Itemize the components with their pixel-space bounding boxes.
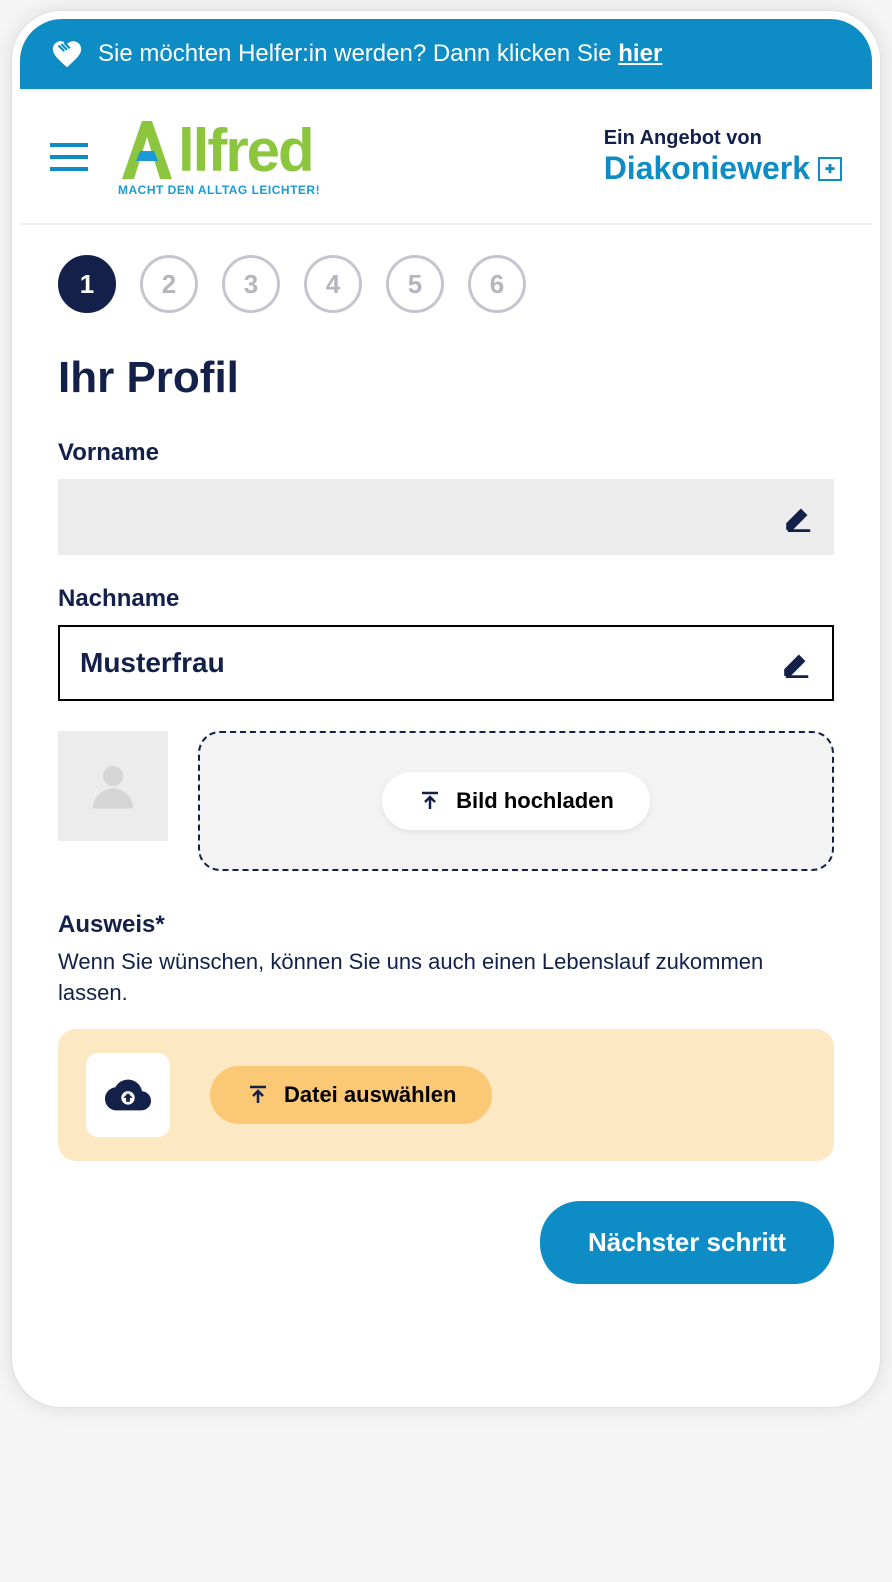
avatar-placeholder: [58, 731, 168, 841]
nachname-label: Nachname: [58, 585, 834, 613]
banner-text: Sie möchten Helfer:in werden? Dann klick…: [98, 40, 842, 68]
upload-arrow-icon: [418, 789, 442, 813]
nachname-input[interactable]: [80, 647, 782, 679]
logo-a-icon: [118, 117, 176, 181]
phone-frame: Sie möchten Helfer:in werden? Dann klick…: [11, 10, 881, 1408]
upload-arrow-icon: [246, 1083, 270, 1107]
step-indicator: 1 2 3 4 5 6: [58, 255, 834, 313]
heart-hands-icon: [50, 37, 84, 71]
edit-icon[interactable]: [782, 648, 812, 678]
nachname-input-wrap[interactable]: [58, 625, 834, 701]
ausweis-description: Wenn Sie wünschen, können Sie uns auch e…: [58, 947, 834, 1009]
logo[interactable]: llfred MACHT DEN ALLTAG LEICHTER!: [118, 117, 320, 197]
diakoniewerk-icon: ✚: [818, 157, 842, 181]
photo-upload-row: Bild hochladen: [58, 731, 834, 871]
cloud-upload-icon: [105, 1072, 151, 1118]
person-icon: [83, 756, 143, 816]
step-5[interactable]: 5: [386, 255, 444, 313]
upload-image-label: Bild hochladen: [456, 788, 614, 814]
step-4[interactable]: 4: [304, 255, 362, 313]
step-2[interactable]: 2: [140, 255, 198, 313]
vorname-input-wrap[interactable]: [58, 479, 834, 555]
logo-text: llfred: [178, 121, 313, 181]
logo-tagline: MACHT DEN ALLTAG LEICHTER!: [118, 183, 320, 197]
main-content: 1 2 3 4 5 6 Ihr Profil Vorname: [20, 225, 872, 1284]
page-title: Ihr Profil: [58, 353, 834, 403]
ausweis-label: Ausweis*: [58, 911, 834, 939]
vorname-input[interactable]: [78, 501, 784, 533]
upload-image-button[interactable]: Bild hochladen: [382, 772, 650, 830]
step-1[interactable]: 1: [58, 255, 116, 313]
vorname-group: Vorname: [58, 439, 834, 555]
ausweis-section: Ausweis* Wenn Sie wünschen, können Sie u…: [58, 911, 834, 1161]
select-file-label: Datei auswählen: [284, 1082, 456, 1108]
banner-message: Sie möchten Helfer:in werden? Dann klick…: [98, 40, 618, 67]
app-header: llfred MACHT DEN ALLTAG LEICHTER! Ein An…: [20, 89, 872, 225]
file-upload-box[interactable]: Datei auswählen: [58, 1029, 834, 1161]
next-button-wrap: Nächster schritt: [58, 1201, 834, 1284]
next-step-button[interactable]: Nächster schritt: [540, 1201, 834, 1284]
partner-name: Diakoniewerk ✚: [604, 150, 842, 187]
phone-screen: Sie möchten Helfer:in werden? Dann klick…: [20, 19, 872, 1399]
partner-label: Ein Angebot von: [604, 127, 842, 150]
nachname-group: Nachname: [58, 585, 834, 701]
step-3[interactable]: 3: [222, 255, 280, 313]
image-dropzone[interactable]: Bild hochladen: [198, 731, 834, 871]
header-partner: Ein Angebot von Diakoniewerk ✚: [604, 127, 842, 187]
cloud-icon-box: [86, 1053, 170, 1137]
step-6[interactable]: 6: [468, 255, 526, 313]
vorname-label: Vorname: [58, 439, 834, 467]
select-file-button[interactable]: Datei auswählen: [210, 1066, 492, 1124]
helper-banner[interactable]: Sie möchten Helfer:in werden? Dann klick…: [20, 19, 872, 89]
banner-link[interactable]: hier: [618, 40, 662, 67]
hamburger-menu-icon[interactable]: [50, 143, 88, 171]
edit-icon[interactable]: [784, 502, 814, 532]
